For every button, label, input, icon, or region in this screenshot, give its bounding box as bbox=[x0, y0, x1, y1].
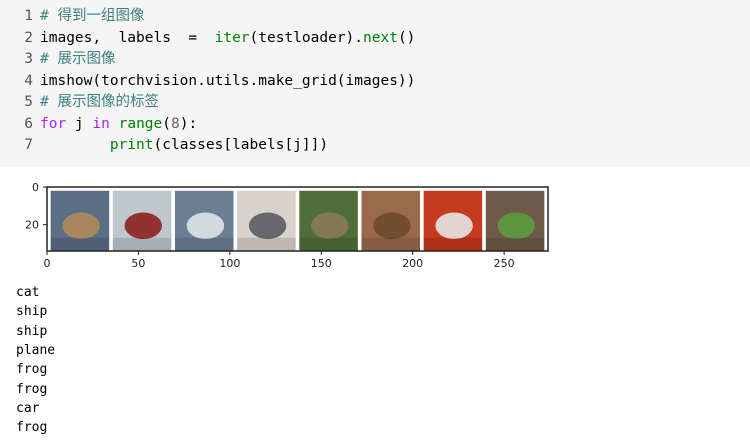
code-token: next bbox=[363, 29, 398, 46]
code-token: ): bbox=[179, 115, 198, 132]
line-number: 2 bbox=[24, 29, 33, 46]
code-token: (testloader). bbox=[249, 29, 364, 46]
image-shade bbox=[299, 237, 358, 251]
line-number: 1 bbox=[24, 8, 33, 24]
code-token: iter bbox=[214, 29, 250, 46]
image-subject bbox=[124, 212, 162, 239]
output-area: 0 20 0 50 100 150 200 250 cat ship ship plane frog f… bbox=[0, 167, 750, 443]
x-tick-label: 100 bbox=[219, 257, 240, 270]
grid-image-cat bbox=[50, 190, 110, 251]
image-grid-plot: 0200 50 100 150 200 250 bbox=[25, 181, 549, 270]
stdout-line: frog bbox=[16, 381, 48, 397]
code-token: for bbox=[40, 115, 67, 132]
image-shade bbox=[174, 237, 234, 251]
stdout-line: frog bbox=[16, 362, 48, 378]
image-shade bbox=[112, 237, 172, 251]
line-number: 6 bbox=[24, 115, 33, 132]
code-text[interactable]: # 展示图像 bbox=[40, 49, 115, 70]
grid-image-car bbox=[423, 190, 483, 251]
stdout-line: ship bbox=[16, 304, 48, 320]
stdout-line: car bbox=[16, 400, 40, 416]
code-comment: # 得到一组图像 bbox=[40, 8, 145, 24]
y-tick-label: 0 bbox=[32, 181, 39, 194]
x-tick-label: 200 bbox=[402, 257, 423, 270]
code-token: print bbox=[109, 137, 154, 153]
code-line[interactable]: 2 images, labels = iter(testloader).next(… bbox=[0, 28, 750, 49]
code-line[interactable]: 4 imshow(torchvision.utils.make_grid(imag… bbox=[0, 71, 750, 92]
code-text[interactable]: for j in range(8): bbox=[40, 114, 197, 135]
code-token: j bbox=[66, 115, 93, 132]
image-subject bbox=[373, 212, 411, 239]
image-shade bbox=[50, 237, 110, 251]
code-text[interactable]: # 得到一组图像 bbox=[40, 6, 144, 27]
image-shade bbox=[361, 237, 421, 251]
code-line[interactable]: 3 # 展示图像 bbox=[0, 49, 750, 70]
x-tick-label: 50 bbox=[131, 257, 145, 270]
code-token: ( bbox=[162, 115, 171, 132]
code-text[interactable]: images, labels = iter(testloader).next() bbox=[40, 28, 415, 49]
line-number: 5 bbox=[24, 94, 33, 110]
grid-image-plane bbox=[237, 190, 296, 251]
image-shade bbox=[237, 237, 296, 251]
code-token: images, labels = bbox=[40, 29, 215, 46]
code-token: imshow(torchvision.utils.make_grid(image… bbox=[40, 72, 416, 89]
image-shade bbox=[423, 237, 483, 251]
code-comment: # 展示图像 bbox=[40, 51, 116, 67]
grid-image-ship bbox=[112, 190, 172, 251]
stdout-line: frog bbox=[16, 420, 48, 436]
grid-image-frog bbox=[361, 190, 421, 251]
image-subject bbox=[497, 212, 535, 239]
stdout-line: cat bbox=[16, 285, 40, 300]
code-token: () bbox=[397, 29, 416, 46]
code-line[interactable]: 7 print(classes[labels[j]]) bbox=[0, 135, 750, 156]
code-line[interactable]: 6 for j in range(8): bbox=[0, 114, 750, 135]
stdout-line: ship bbox=[16, 323, 48, 339]
line-number: 3 bbox=[24, 51, 33, 67]
y-tick-label: 20 bbox=[25, 219, 39, 232]
grid-image-ship bbox=[174, 190, 234, 251]
code-token: in bbox=[92, 115, 110, 132]
code-token: 8 bbox=[171, 115, 180, 132]
image-shade bbox=[485, 237, 545, 251]
image-subject bbox=[248, 212, 287, 239]
code-text[interactable]: # 展示图像的标签 bbox=[40, 92, 159, 113]
code-comment: # 展示图像的标签 bbox=[40, 94, 159, 110]
grid-image-frog bbox=[485, 190, 545, 251]
x-tick-label: 150 bbox=[311, 257, 332, 270]
code-line[interactable]: 5 # 展示图像的标签 bbox=[0, 92, 750, 113]
image-subject bbox=[186, 212, 225, 239]
image-subject bbox=[435, 212, 473, 239]
image-subject bbox=[62, 212, 100, 239]
image-subject bbox=[311, 212, 349, 239]
x-tick-label: 250 bbox=[494, 257, 515, 270]
line-number: 7 bbox=[24, 137, 33, 153]
code-token: range bbox=[118, 115, 163, 132]
code-text[interactable]: imshow(torchvision.utils.make_grid(image… bbox=[40, 71, 415, 92]
code-token: (classes[labels[j]]) bbox=[153, 137, 329, 153]
line-number: 4 bbox=[24, 72, 33, 89]
grid-image-frog bbox=[299, 190, 358, 251]
code-line[interactable]: 1 # 得到一组图像 bbox=[0, 6, 750, 27]
stdout-line: plane bbox=[16, 342, 56, 358]
code-text[interactable]: print(classes[labels[j]]) bbox=[40, 135, 328, 156]
x-tick-label: 0 bbox=[44, 257, 51, 270]
code-cell[interactable]: 1 # 得到一组图像 2 images, labels = iter(testload… bbox=[0, 0, 750, 167]
